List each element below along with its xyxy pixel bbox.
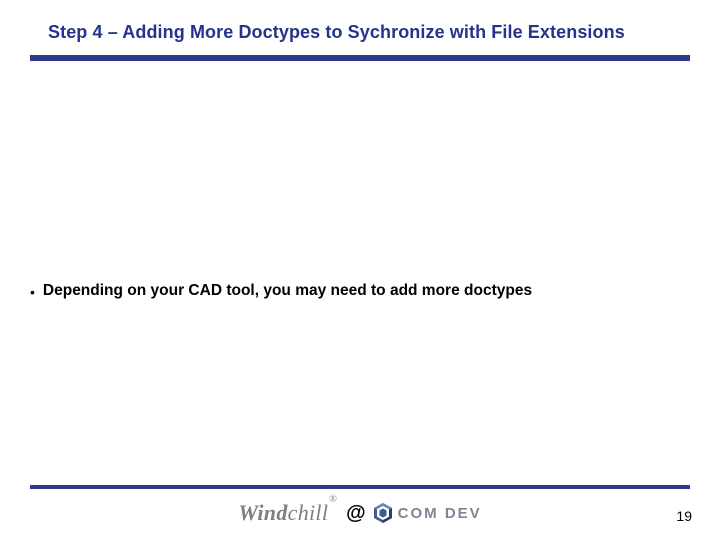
brand-group: Windchill® @ COM DEV [238,500,481,526]
windchill-bold: Wind [238,500,287,525]
bullet-icon: • [30,283,35,301]
comdev-text: COM DEV [398,505,482,522]
registered-icon: ® [329,494,337,505]
comdev-label: COM DEV [398,505,482,522]
list-item: • Depending on your CAD tool, you may ne… [30,282,690,301]
at-symbol: @ [346,502,366,525]
footer: Windchill® @ COM DEV [0,498,720,528]
divider-top [30,55,690,61]
divider-bottom [30,485,690,489]
windchill-logo: Windchill® [238,500,338,526]
windchill-light: chill [288,500,329,525]
hexagon-icon [374,503,392,523]
slide: Step 4 – Adding More Doctypes to Sychron… [0,0,720,540]
bullet-text: Depending on your CAD tool, you may need… [43,282,532,300]
body-content: • Depending on your CAD tool, you may ne… [30,282,690,301]
comdev-logo-group: COM DEV [374,503,482,523]
page-number: 19 [676,508,692,524]
slide-title: Step 4 – Adding More Doctypes to Sychron… [48,22,668,43]
